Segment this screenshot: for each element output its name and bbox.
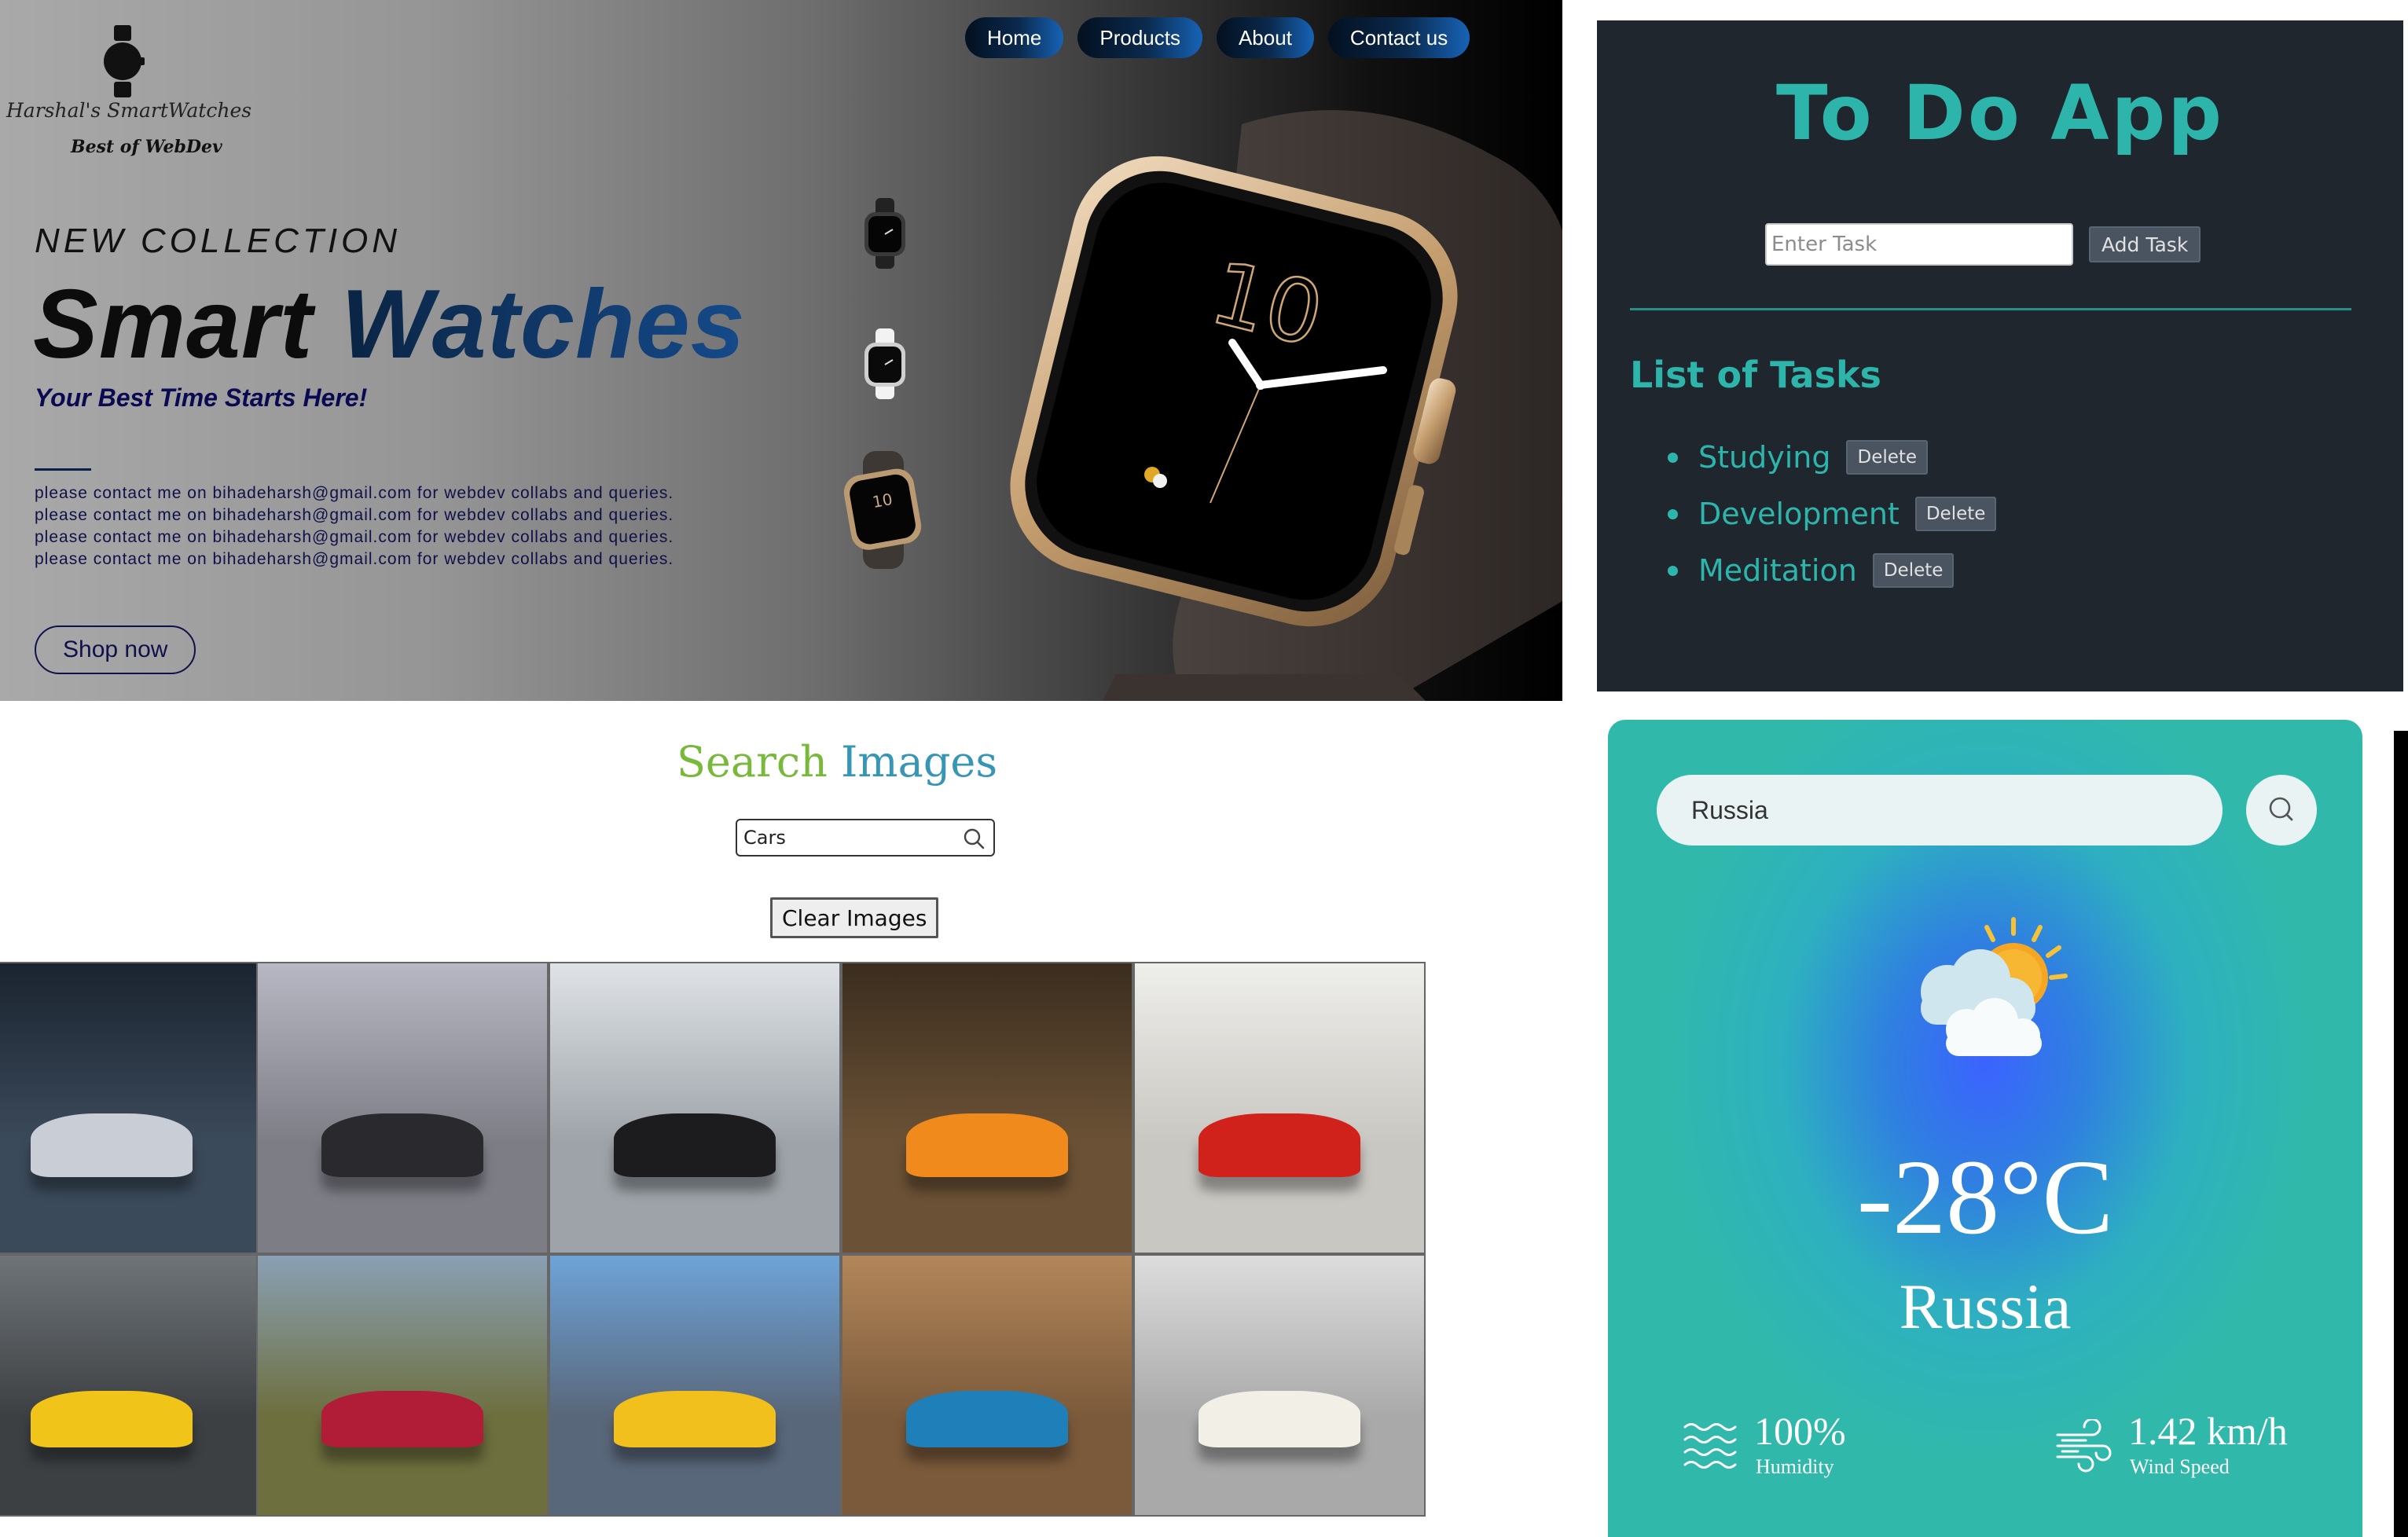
car-icon	[30, 1390, 193, 1448]
wind-icon	[2056, 1419, 2112, 1473]
task-list: Studying Delete Development Delete Medit…	[1668, 429, 1997, 599]
task-item: Meditation Delete	[1668, 542, 1996, 599]
humidity-icon	[1683, 1423, 1737, 1469]
image-result-silver-camaro[interactable]	[0, 962, 258, 1254]
humidity-label: Humidity	[1756, 1455, 1834, 1478]
image-search-title: Search Images	[0, 737, 1674, 787]
task-item: Studying Delete	[1668, 429, 1996, 486]
task-list-heading: List of Tasks	[1630, 354, 1881, 396]
brand-name: Harshal's SmartWatches	[6, 99, 252, 122]
partly-cloudy-sun-icon	[1921, 917, 2068, 1056]
featured-smartwatch-image: 10	[1010, 110, 1562, 701]
title-word-search: Search	[676, 737, 828, 787]
contact-paragraph: please contact me on bihadeharsh@gmail.c…	[35, 482, 820, 570]
title-word-images: Images	[841, 737, 998, 787]
car-icon	[905, 1390, 1069, 1448]
image-result-grey-amg-yellow-stripe[interactable]	[0, 1254, 258, 1517]
todo-app-panel: To Do App Add Task List of Tasks Studyin…	[1597, 20, 2403, 696]
car-icon	[613, 1390, 776, 1448]
task-text: Development	[1698, 497, 1900, 531]
image-result-black-porsche[interactable]	[549, 962, 841, 1254]
search-icon[interactable]	[962, 827, 986, 850]
svg-text:10: 10	[871, 490, 894, 512]
image-result-red-ferrari[interactable]	[1133, 962, 1426, 1254]
image-result-yellow-amg-road[interactable]	[549, 1254, 841, 1517]
task-input[interactable]	[1765, 223, 2073, 266]
hero-title-word-watches: Watches	[340, 270, 746, 379]
image-search-panel: Search Images Clear Images	[0, 706, 1580, 1537]
contact-line: please contact me on bihadeharsh@gmail.c…	[35, 528, 674, 546]
window-edge	[2394, 731, 2408, 1537]
hero-subtitle: Your Best Time Starts Here!	[35, 383, 368, 412]
car-icon	[30, 1113, 193, 1178]
bullet-icon	[1668, 565, 1678, 576]
bullet-icon	[1668, 452, 1678, 463]
todo-title: To Do App	[1776, 69, 2224, 157]
clear-images-button[interactable]: Clear Images	[770, 897, 939, 938]
contact-line: please contact me on bihadeharsh@gmail.c…	[35, 550, 674, 568]
car-icon	[905, 1113, 1069, 1178]
wind-speed-label: Wind Speed	[2130, 1455, 2230, 1478]
nav-home-button[interactable]: Home	[965, 17, 1064, 58]
weather-card: -28°C Russia 100% Humidity 1.42 km/h Win…	[1608, 720, 2362, 1537]
car-icon	[321, 1113, 484, 1178]
city-search-button[interactable]	[2246, 775, 2317, 846]
search-icon	[2269, 797, 2293, 821]
nav-products-button[interactable]: Products	[1077, 17, 1202, 58]
image-search-box	[736, 819, 995, 857]
task-item: Development Delete	[1668, 486, 1997, 542]
city-name: Russia	[1899, 1271, 2072, 1342]
nav-contact-button[interactable]: Contact us	[1327, 17, 1470, 58]
hero-title-word-smart: Smart	[33, 270, 314, 379]
add-task-button[interactable]: Add Task	[2089, 226, 2201, 262]
watch-thumbnail-white[interactable]	[853, 328, 916, 399]
hero-title: Smart Watches	[33, 269, 746, 380]
image-result-blue-camaro-desert[interactable]	[841, 1254, 1133, 1517]
car-icon	[321, 1390, 484, 1448]
brand-tagline: Best of WebDev	[71, 137, 222, 157]
delete-task-button[interactable]: Delete	[1914, 497, 1997, 531]
delete-task-button[interactable]: Delete	[1846, 440, 1929, 475]
task-text: Meditation	[1698, 553, 1857, 588]
image-result-red-amg-forest[interactable]	[256, 1254, 549, 1517]
task-text: Studying	[1698, 440, 1831, 475]
nav-about-button[interactable]: About	[1216, 17, 1314, 58]
image-search-input[interactable]	[743, 824, 940, 852]
hero-divider	[35, 468, 91, 471]
watch-thumbnail-gold[interactable]: 10	[836, 451, 931, 569]
smartwatch-hero-panel: Harshal's SmartWatches Best of WebDev Ho…	[0, 0, 1562, 701]
car-icon	[1198, 1390, 1361, 1448]
contact-line: please contact me on bihadeharsh@gmail.c…	[35, 484, 674, 502]
collection-eyebrow: NEW COLLECTION	[35, 222, 402, 260]
bullet-icon	[1668, 508, 1678, 519]
watch-thumbnail-black[interactable]	[853, 198, 916, 269]
humidity-value: 100%	[1754, 1409, 1846, 1453]
city-search-input[interactable]	[1657, 775, 2223, 846]
wind-speed-value: 1.42 km/h	[2128, 1409, 2288, 1453]
car-icon	[613, 1113, 776, 1178]
temperature: -28°C	[1856, 1139, 2114, 1256]
image-result-white-classic-cars-row[interactable]	[1133, 1254, 1426, 1517]
shop-now-button[interactable]: Shop now	[35, 625, 196, 674]
car-icon	[1198, 1113, 1361, 1178]
delete-task-button[interactable]: Delete	[1872, 553, 1955, 588]
image-result-black-mustang[interactable]	[256, 962, 549, 1254]
contact-line: please contact me on bihadeharsh@gmail.c…	[35, 506, 674, 524]
image-result-orange-lamborghini[interactable]	[841, 962, 1133, 1254]
todo-divider	[1630, 308, 2351, 310]
watch-logo-icon	[104, 25, 145, 97]
top-nav: Home Products About Contact us	[965, 17, 1470, 58]
